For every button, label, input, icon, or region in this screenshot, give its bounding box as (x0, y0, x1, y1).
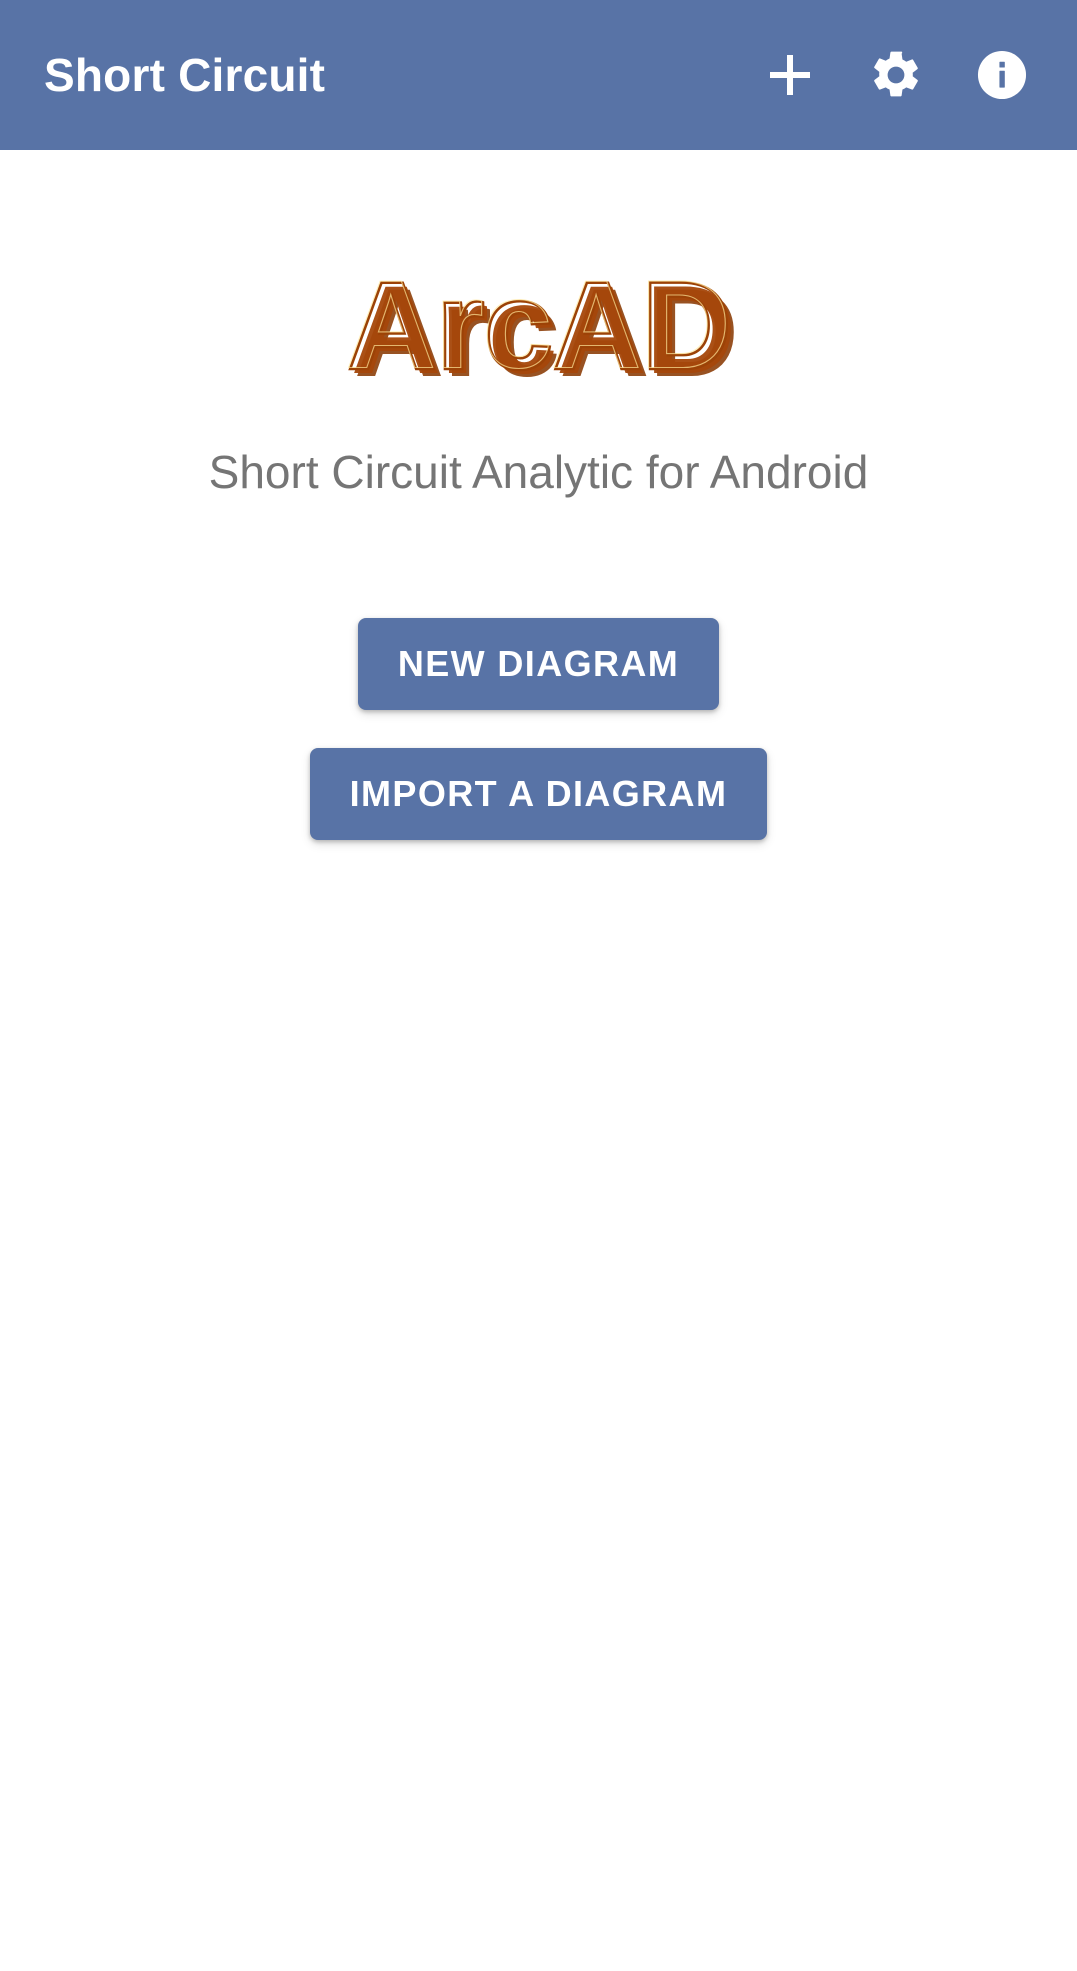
app-root: Short Circuit Short Circuit Analytic for… (0, 0, 1077, 1971)
info-button[interactable] (969, 42, 1035, 108)
app-bar: Short Circuit (0, 0, 1077, 150)
add-icon (763, 48, 817, 102)
app-subtitle: Short Circuit Analytic for Android (208, 446, 869, 498)
add-button[interactable] (757, 42, 823, 108)
appbar-actions (757, 42, 1051, 108)
import-diagram-button[interactable]: IMPORT A DIAGRAM (309, 747, 768, 840)
main-content: ArcAD (0, 150, 1077, 1971)
info-icon (974, 47, 1030, 103)
arcad-logo: ArcAD (224, 265, 854, 405)
action-buttons: NEW DIAGRAM IMPORT A DIAGRAM (309, 617, 768, 840)
settings-button[interactable] (863, 42, 929, 108)
new-diagram-button[interactable]: NEW DIAGRAM (357, 617, 720, 710)
page-title: Short Circuit (44, 49, 326, 101)
gear-icon (868, 47, 924, 103)
